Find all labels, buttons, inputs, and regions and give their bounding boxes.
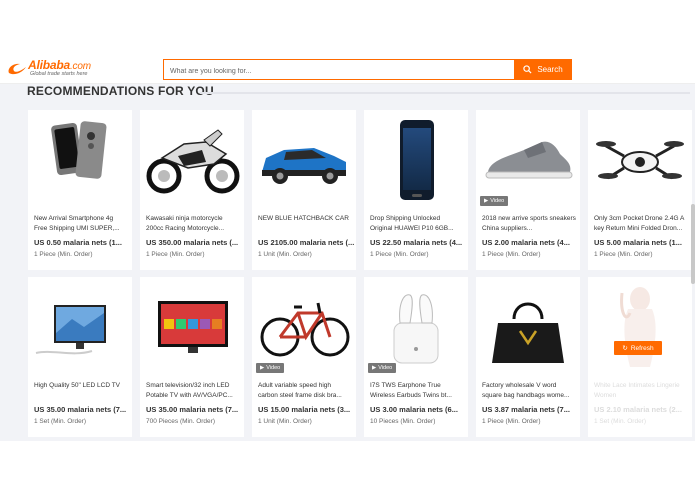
product-price: US 2.10 malaria nets (2... bbox=[594, 405, 682, 414]
bottom-blank-area bbox=[0, 441, 695, 494]
product-moq: 1 Piece (Min. Order) bbox=[482, 251, 541, 258]
product-moq: 1 Unit (Min. Order) bbox=[258, 251, 312, 258]
product-card[interactable]: ▶ Video Adult variable speed high carbon … bbox=[252, 277, 356, 437]
product-price: US 0.50 malaria nets (1... bbox=[34, 238, 122, 247]
logo-tagline: Global trade starts here bbox=[30, 71, 88, 77]
smartphone-image bbox=[32, 116, 128, 204]
refresh-icon: ↻ bbox=[622, 345, 628, 352]
search-input[interactable] bbox=[164, 62, 514, 81]
product-card[interactable]: NEW BLUE HATCHBACK CAR US 2105.00 malari… bbox=[252, 110, 356, 270]
product-card[interactable]: New Arrival Smartphone 4g Free Shipping … bbox=[28, 110, 132, 270]
product-price: US 2.00 malaria nets (4... bbox=[482, 238, 570, 247]
search-icon bbox=[523, 65, 532, 74]
handbag-image bbox=[480, 283, 576, 371]
scrollbar[interactable] bbox=[691, 204, 695, 284]
product-price: US 350.00 malaria nets (... bbox=[146, 238, 239, 247]
earbuds-image bbox=[368, 283, 464, 371]
product-moq: 1 Piece (Min. Order) bbox=[594, 251, 653, 258]
section-title: RECOMMENDATIONS FOR YOU bbox=[27, 84, 214, 98]
product-price: US 3.00 malaria nets (6... bbox=[370, 405, 458, 414]
product-name[interactable]: I7S TWS Earphone True Wireless Earbuds T… bbox=[370, 381, 464, 401]
sneaker-image bbox=[480, 116, 576, 204]
product-moq: 1 Piece (Min. Order) bbox=[146, 251, 205, 258]
product-name[interactable]: Adult variable speed high carbon steel f… bbox=[258, 381, 352, 401]
motorcycle-image bbox=[144, 116, 240, 204]
product-name[interactable]: New Arrival Smartphone 4g Free Shipping … bbox=[34, 214, 128, 234]
product-card[interactable]: Only 3cm Pocket Drone 2.4G A key Return … bbox=[588, 110, 692, 270]
product-price: US 22.50 malaria nets (4... bbox=[370, 238, 463, 247]
lingerie-image bbox=[592, 283, 688, 371]
product-moq: 1 Piece (Min. Order) bbox=[482, 418, 541, 425]
search-button-label: Search bbox=[537, 65, 563, 74]
car-image bbox=[256, 116, 352, 204]
product-moq: 1 Set (Min. Order) bbox=[34, 418, 87, 425]
product-price: US 15.00 malaria nets (3... bbox=[258, 405, 351, 414]
video-icon: ▶ bbox=[260, 365, 265, 371]
product-moq: 1 Set (Min. Order) bbox=[594, 418, 647, 425]
product-name[interactable]: 2018 new arrive sports sneakers China su… bbox=[482, 214, 576, 234]
drone-image bbox=[592, 116, 688, 204]
product-name[interactable]: Kawasaki ninja motorcycle 200cc Racing M… bbox=[146, 214, 240, 234]
product-moq: 1 Unit (Min. Order) bbox=[258, 418, 312, 425]
video-icon: ▶ bbox=[372, 365, 377, 371]
product-price: US 3.87 malaria nets (7... bbox=[482, 405, 570, 414]
product-name[interactable]: Drop Shipping Unlocked Original HUAWEI P… bbox=[370, 214, 464, 234]
phone-image bbox=[368, 116, 464, 204]
video-badge: ▶ Video bbox=[256, 363, 285, 373]
product-card[interactable]: Smart television/32 inch LED Potable TV … bbox=[140, 277, 244, 437]
product-name[interactable]: NEW BLUE HATCHBACK CAR bbox=[258, 214, 352, 234]
product-moq: 700 Pieces (Min. Order) bbox=[146, 418, 215, 425]
product-card[interactable]: Drop Shipping Unlocked Original HUAWEI P… bbox=[364, 110, 468, 270]
video-badge: ▶ Video bbox=[480, 196, 509, 206]
product-price: US 5.00 malaria nets (1... bbox=[594, 238, 682, 247]
product-moq: 1 Piece (Min. Order) bbox=[34, 251, 93, 258]
product-moq: 1 Piece (Min. Order) bbox=[370, 251, 429, 258]
product-moq: 10 Pieces (Min. Order) bbox=[370, 418, 436, 425]
search-button[interactable]: Search bbox=[514, 59, 572, 80]
product-card[interactable]: High Quality 50" LED LCD TV US 35.00 mal… bbox=[28, 277, 132, 437]
product-name[interactable]: White Lace Intimates Lingerie Women bbox=[594, 381, 688, 401]
bicycle-image bbox=[256, 283, 352, 371]
product-name[interactable]: Only 3cm Pocket Drone 2.4G A key Return … bbox=[594, 214, 688, 234]
site-header: Alibaba.com Global trade starts here Sea… bbox=[0, 54, 695, 84]
led-tv-image bbox=[32, 283, 128, 371]
product-name[interactable]: Factory wholesale V word square bag hand… bbox=[482, 381, 576, 401]
logo-brand-text: Alibaba.com bbox=[28, 58, 91, 72]
product-price: US 35.00 malaria nets (7... bbox=[146, 405, 239, 414]
recommendations-section: RECOMMENDATIONS FOR YOU New Arrival Smar… bbox=[0, 84, 695, 441]
video-icon: ▶ bbox=[484, 198, 489, 204]
video-badge: ▶ Video bbox=[368, 363, 397, 373]
section-divider bbox=[200, 92, 690, 94]
refresh-button[interactable]: ↻ Refresh bbox=[614, 341, 662, 355]
product-card[interactable]: ▶ Video 2018 new arrive sports sneakers C… bbox=[476, 110, 580, 270]
search-box bbox=[163, 59, 514, 81]
top-blank-area bbox=[0, 0, 695, 54]
alibaba-mark-icon bbox=[8, 63, 26, 75]
product-card[interactable]: Factory wholesale V word square bag hand… bbox=[476, 277, 580, 437]
smart-tv-image bbox=[144, 283, 240, 371]
alibaba-logo[interactable]: Alibaba.com Global trade starts here bbox=[6, 58, 106, 82]
product-card[interactable]: Kawasaki ninja motorcycle 200cc Racing M… bbox=[140, 110, 244, 270]
product-name[interactable]: High Quality 50" LED LCD TV bbox=[34, 381, 128, 401]
product-price: US 2105.00 malaria nets (... bbox=[258, 238, 354, 247]
product-card[interactable]: ▶ Video I7S TWS Earphone True Wireless Ea… bbox=[364, 277, 468, 437]
product-name[interactable]: Smart television/32 inch LED Potable TV … bbox=[146, 381, 240, 401]
product-card[interactable]: ↻ Refresh White Lace Intimates Lingerie … bbox=[588, 277, 692, 437]
product-price: US 35.00 malaria nets (7... bbox=[34, 405, 127, 414]
